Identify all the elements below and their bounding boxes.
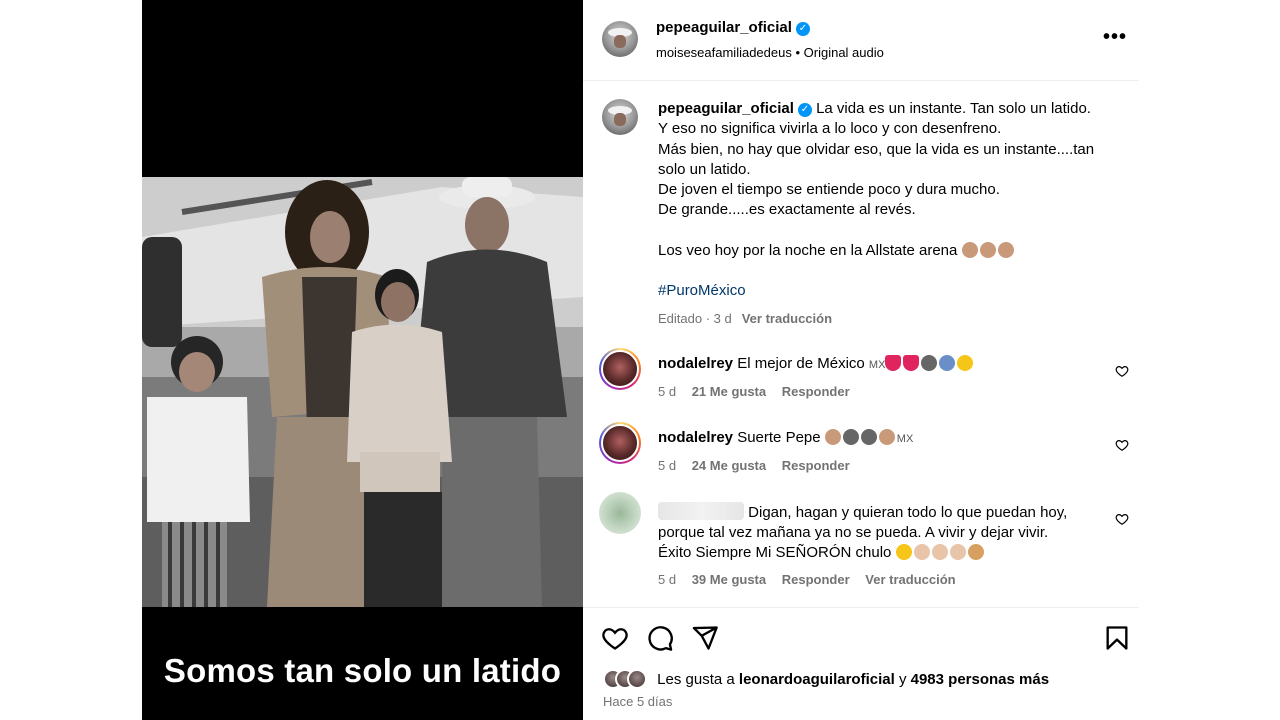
heart-emoji-icon — [903, 355, 920, 371]
comment-text: nodalelrey El mejor de México MX — [658, 354, 1098, 375]
hashtag-link[interactable]: #PuroMéxico — [658, 282, 746, 299]
heart-icon[interactable] — [601, 624, 629, 652]
comment-time: 5 d — [658, 384, 677, 399]
commenter-username[interactable]: nodalelrey — [658, 355, 733, 372]
author-username[interactable]: pepeaguilar_oficial — [656, 19, 792, 36]
likes-summary: Les gusta a leonardoaguilaroficial y 498… — [603, 669, 1049, 689]
caption-line: De joven el tiempo se entiende poco y du… — [658, 181, 1000, 199]
see-translation-link[interactable]: Ver traducción — [742, 311, 832, 326]
comment-text: nodalelrey Suerte Pepe MX — [658, 428, 1098, 449]
microphone-emoji-icon — [842, 429, 859, 445]
commenter-username-blurred[interactable] — [658, 502, 744, 520]
verified-badge-icon: ✓ — [795, 22, 810, 36]
mexico-flag-emoji-icon: MX — [896, 433, 914, 445]
heart-eyes-emoji-icon — [895, 544, 912, 560]
caption-line: La vida es un instante. Tan solo un lati… — [816, 100, 1091, 117]
comment-meta: 5 d 39 Me gusta Responder Ver traducción — [658, 572, 968, 587]
caption-line: Y eso no significa vivirla a lo loco y c… — [658, 120, 1002, 138]
caption-line: solo un latido. — [658, 160, 751, 178]
liker-avatars[interactable] — [603, 669, 647, 689]
fist-bump-emoji-icon — [961, 241, 978, 258]
share-icon[interactable] — [691, 624, 719, 652]
caption-line: Más bien, no hay que olvidar eso, que la… — [658, 140, 1095, 158]
comment-text: Digan, hagan y quieran todo lo que pueda… — [658, 502, 1098, 563]
liked-by-user[interactable]: leonardoaguilaroficial — [739, 671, 895, 688]
reply-button[interactable]: Responder — [782, 458, 850, 473]
family-photo-illustration — [142, 177, 583, 607]
post-caption: pepeaguilar_oficial ✓ La vida es un insta… — [658, 99, 1128, 301]
post-media[interactable]: Somos tan solo un latido — [142, 0, 583, 720]
bookmark-icon[interactable] — [1103, 624, 1131, 652]
author-username-row: pepeaguilar_oficial ✓ — [656, 19, 810, 36]
praying-hands-emoji-icon — [939, 355, 956, 371]
commenter-avatar[interactable] — [599, 348, 641, 390]
post-photo — [142, 177, 583, 607]
microphone-emoji-icon — [921, 355, 938, 371]
reply-button[interactable]: Responder — [782, 384, 850, 399]
clapping-hands-emoji-icon — [913, 544, 930, 560]
caption-username[interactable]: pepeaguilar_oficial — [658, 100, 794, 117]
clapping-hands-emoji-icon — [931, 544, 948, 560]
audio-attribution: moiseseafamiliadedeus • Original audio — [656, 45, 884, 60]
comment-meta: 5 d 21 Me gusta Responder — [658, 384, 862, 399]
comment-body: El mejor de México — [737, 355, 865, 372]
likes-prefix: Les gusta a — [657, 671, 735, 688]
post-header: pepeaguilar_oficial ✓ moiseseafamiliadede… — [583, 0, 1139, 81]
audio-user-link[interactable]: moiseseafamiliadedeus — [656, 45, 792, 60]
comment-body: Suerte Pepe — [737, 429, 821, 446]
heart-emoji-icon — [885, 355, 902, 371]
mexico-flag-emoji-icon: MX — [868, 359, 886, 371]
likes-and: y — [898, 671, 907, 688]
commenter-username[interactable]: nodalelrey — [658, 429, 733, 446]
comments-scroll-area[interactable]: pepeaguilar_oficial ✓ La vida es un insta… — [583, 82, 1139, 606]
audio-link[interactable]: Original audio — [804, 45, 884, 60]
comment-likes[interactable]: 21 Me gusta — [692, 384, 766, 399]
media-overlay-caption: Somos tan solo un latido — [163, 652, 562, 689]
sparkles-emoji-icon — [957, 355, 974, 371]
praying-hands-emoji-icon — [967, 544, 984, 560]
likes-count[interactable]: 4983 personas más — [911, 671, 1049, 688]
comment-body: Digan, hagan y quieran todo lo que pueda… — [748, 504, 1068, 521]
raising-hands-emoji-icon — [878, 429, 895, 445]
caption-line: Los veo hoy por la noche en la Allstate … — [658, 241, 958, 259]
author-avatar[interactable] — [602, 21, 638, 57]
caption-meta: Editado · 3 d Ver traducción — [658, 311, 832, 326]
fist-bump-emoji-icon — [979, 241, 996, 258]
raising-hands-emoji-icon — [824, 429, 841, 445]
verified-badge-icon: ✓ — [797, 103, 812, 117]
microphone-emoji-icon — [860, 429, 877, 445]
see-translation-link[interactable]: Ver traducción — [865, 572, 955, 587]
edited-timestamp: Editado · 3 d — [658, 311, 732, 326]
comment-like-heart-icon[interactable] — [1115, 364, 1129, 378]
comment-like-heart-icon[interactable] — [1115, 438, 1129, 452]
comment-time: 5 d — [658, 458, 677, 473]
fist-bump-emoji-icon — [997, 241, 1014, 258]
post-details-panel: pepeaguilar_oficial ✓ moiseseafamiliadede… — [583, 0, 1139, 720]
reply-button[interactable]: Responder — [782, 572, 850, 587]
commenter-avatar[interactable] — [599, 422, 641, 464]
caption-author-avatar[interactable] — [602, 99, 638, 135]
comment-body: porque tal vez mañana ya no se pueda. A … — [658, 524, 1049, 541]
instagram-post-modal: Somos tan solo un latido pepeaguilar_ofi… — [0, 0, 1280, 720]
comment-icon[interactable] — [646, 624, 674, 652]
clapping-hands-emoji-icon — [949, 544, 966, 560]
more-options-icon[interactable]: ••• — [1103, 26, 1127, 49]
comment-meta: 5 d 24 Me gusta Responder — [658, 458, 862, 473]
commenter-avatar-blurred[interactable] — [599, 492, 641, 534]
comment-like-heart-icon[interactable] — [1115, 512, 1129, 526]
comment-likes[interactable]: 39 Me gusta — [692, 572, 766, 587]
audio-separator: • — [791, 45, 804, 60]
caption-line: De grande.....es exactamente al revés. — [658, 201, 916, 219]
post-timestamp[interactable]: Hace 5 días — [603, 694, 672, 709]
comment-body: Éxito Siempre Mi SEÑORÓN chulo — [658, 544, 892, 561]
comment-time: 5 d — [658, 572, 677, 587]
comment-likes[interactable]: 24 Me gusta — [692, 458, 766, 473]
